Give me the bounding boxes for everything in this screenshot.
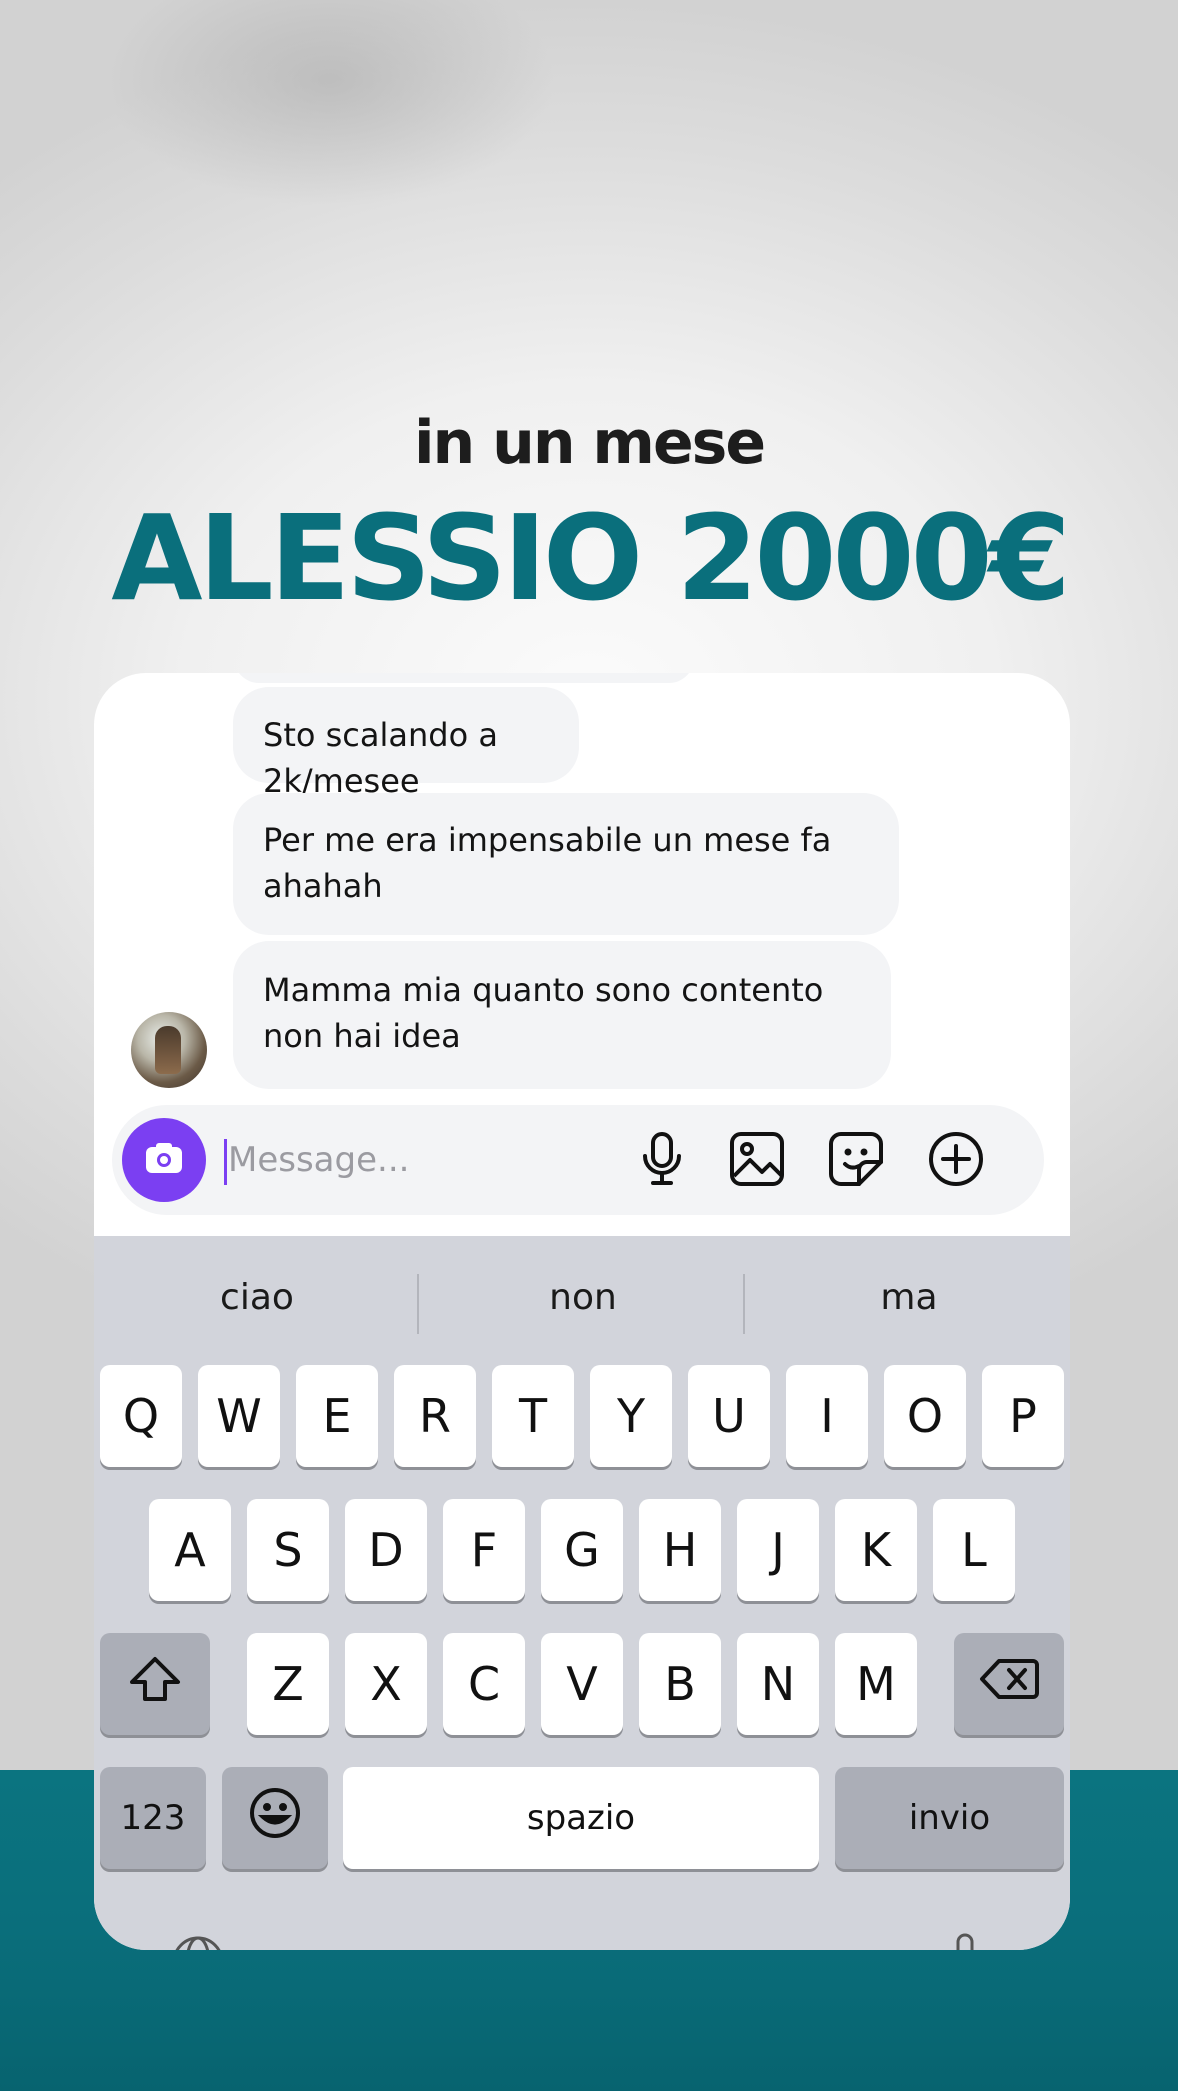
suggestion-item[interactable]: ciao: [94, 1266, 420, 1330]
message-line: Mamma mia quanto sono contento: [263, 971, 824, 1009]
numbers-key[interactable]: 123: [100, 1767, 206, 1869]
message-input[interactable]: [228, 1135, 528, 1185]
key[interactable]: S: [247, 1499, 329, 1601]
emoji-icon: [248, 1786, 302, 1851]
key[interactable]: K: [835, 1499, 917, 1601]
message-composer: [112, 1105, 1044, 1215]
key[interactable]: C: [443, 1633, 525, 1735]
key[interactable]: E: [296, 1365, 378, 1467]
backspace-key[interactable]: [954, 1633, 1064, 1735]
suggestion-item[interactable]: non: [420, 1266, 746, 1330]
key[interactable]: T: [492, 1365, 574, 1467]
key[interactable]: W: [198, 1365, 280, 1467]
key[interactable]: P: [982, 1365, 1064, 1467]
message-bubble[interactable]: Sto scalando a 2k/mesee: [233, 687, 579, 800]
key[interactable]: O: [884, 1365, 966, 1467]
key[interactable]: Q: [100, 1365, 182, 1467]
headline-title: ALESSIO 2000€: [111, 489, 1071, 627]
key[interactable]: M: [835, 1633, 917, 1735]
key[interactable]: F: [443, 1499, 525, 1601]
backspace-icon: [979, 1657, 1039, 1712]
key[interactable]: Z: [247, 1633, 329, 1735]
space-key[interactable]: spazio: [343, 1767, 819, 1869]
key[interactable]: D: [345, 1499, 427, 1601]
key[interactable]: J: [737, 1499, 819, 1601]
text-cursor: [224, 1139, 227, 1185]
image-icon: [728, 1130, 786, 1193]
key[interactable]: N: [737, 1633, 819, 1735]
suggestion-divider: [743, 1274, 745, 1334]
message-bubble[interactable]: Per me era impensabile un mese fa ahahah: [233, 793, 899, 935]
gallery-button[interactable]: [727, 1131, 787, 1191]
message-line: non hai idea: [263, 1017, 461, 1055]
camera-icon: [142, 1136, 186, 1185]
key[interactable]: R: [394, 1365, 476, 1467]
key[interactable]: H: [639, 1499, 721, 1601]
shift-icon: [127, 1654, 183, 1715]
microphone-button[interactable]: [632, 1131, 692, 1191]
ios-keyboard: ciao non ma Q W E R T Y U I O P A S D F …: [94, 1236, 1070, 1950]
key[interactable]: G: [541, 1499, 623, 1601]
message-line: ahahah: [263, 867, 383, 905]
emoji-key[interactable]: [222, 1767, 328, 1869]
sender-avatar[interactable]: [131, 1012, 207, 1088]
key[interactable]: V: [541, 1633, 623, 1735]
message-line: Per me era impensabile un mese fa: [263, 821, 832, 859]
dictation-icon[interactable]: [950, 1932, 980, 1950]
microphone-icon: [638, 1130, 686, 1193]
camera-button[interactable]: [122, 1118, 206, 1202]
more-options-button[interactable]: [926, 1131, 986, 1191]
previous-message-bubble: [234, 673, 694, 683]
shift-key[interactable]: [100, 1633, 210, 1735]
key[interactable]: A: [149, 1499, 231, 1601]
key[interactable]: B: [639, 1633, 721, 1735]
message-bubble[interactable]: Mamma mia quanto sono contento non hai i…: [233, 941, 891, 1089]
sticker-icon: [827, 1130, 885, 1193]
globe-icon[interactable]: [170, 1934, 226, 1950]
plus-circle-icon: [927, 1130, 985, 1193]
chat-screenshot-card: Sto scalando a 2k/mesee Per me era impen…: [94, 673, 1070, 1950]
key[interactable]: I: [786, 1365, 868, 1467]
sticker-button[interactable]: [826, 1131, 886, 1191]
message-line: Sto scalando a 2k/mesee: [263, 716, 498, 800]
key[interactable]: Y: [590, 1365, 672, 1467]
key[interactable]: L: [933, 1499, 1015, 1601]
key[interactable]: X: [345, 1633, 427, 1735]
suggestion-item[interactable]: ma: [746, 1266, 1070, 1330]
key[interactable]: U: [688, 1365, 770, 1467]
suggestion-divider: [417, 1274, 419, 1334]
headline-subtitle: in un mese: [413, 408, 766, 478]
return-key[interactable]: invio: [835, 1767, 1064, 1869]
